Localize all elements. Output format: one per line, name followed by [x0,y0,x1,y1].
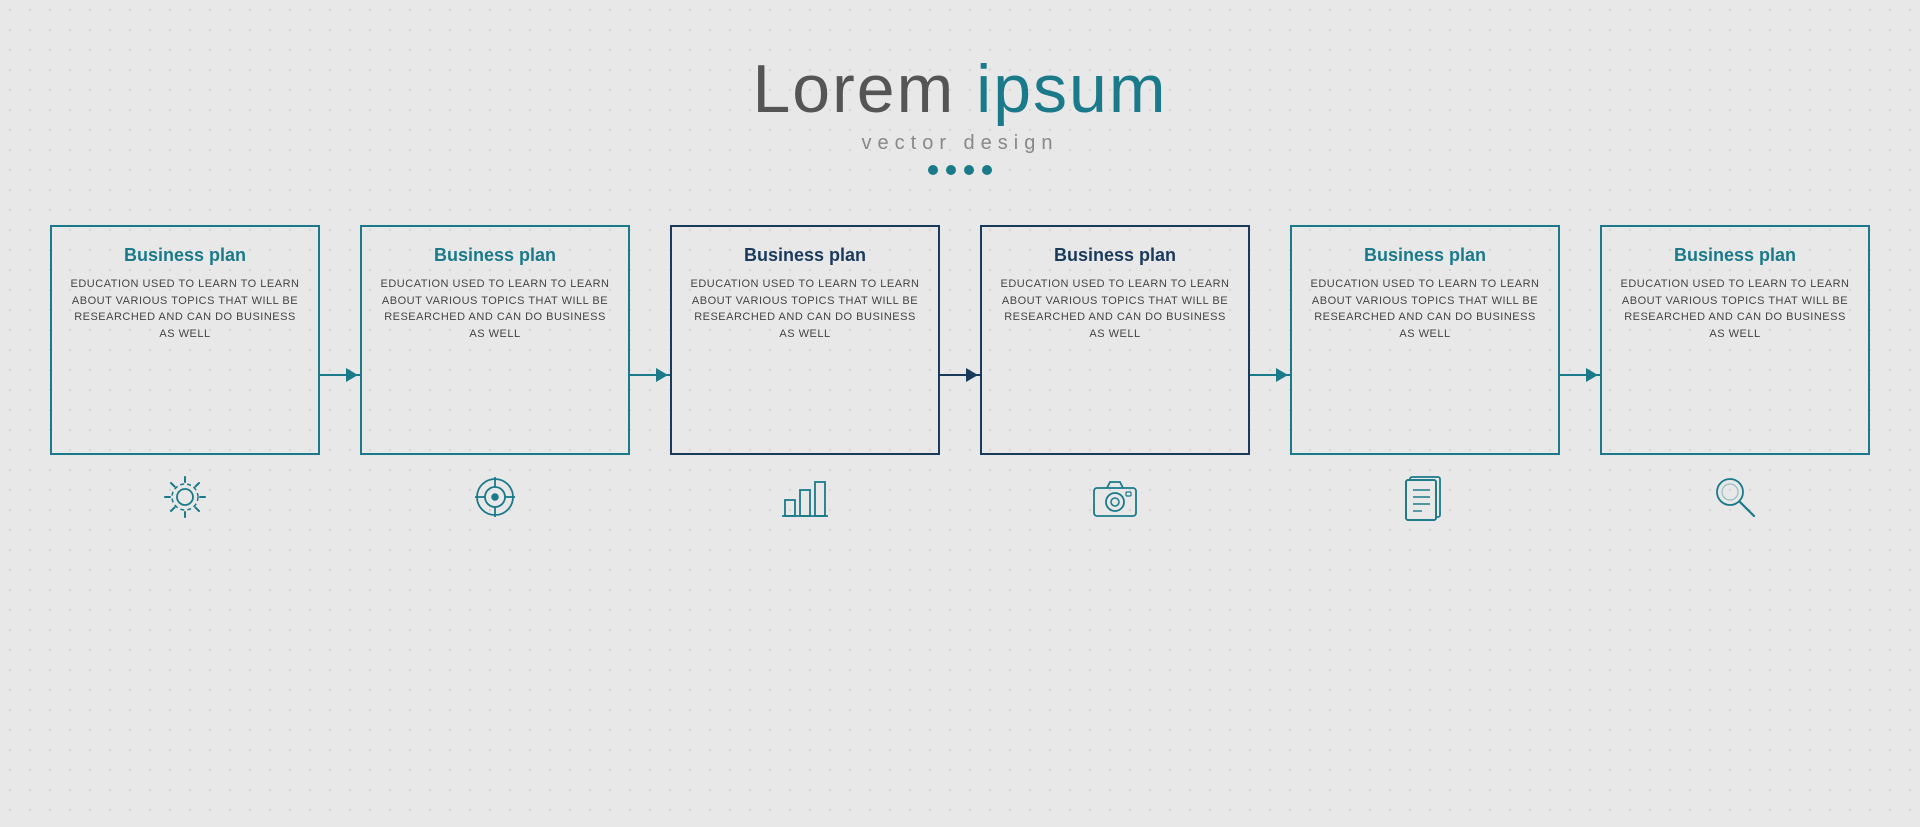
step-2: Business plan EDUCATION USED TO LEARN TO… [360,225,630,524]
infographic: Business plan EDUCATION USED TO LEARN TO… [50,225,1870,524]
title-part2: ipsum [976,51,1167,127]
dot-1 [928,165,938,175]
arrow-head-4 [1276,368,1288,382]
arrow-head-5 [1586,368,1598,382]
step-1: Business plan EDUCATION USED TO LEARN TO… [50,225,320,524]
box-1: Business plan EDUCATION USED TO LEARN TO… [50,225,320,455]
box-2: Business plan EDUCATION USED TO LEARN TO… [360,225,630,455]
icon-area-3 [670,469,940,524]
step-6: Business plan EDUCATION USED TO LEARN TO… [1600,225,1870,524]
arrow-head-3 [966,368,978,382]
title-part1: Lorem [752,51,976,127]
step-5: Business plan EDUCATION USED TO LEARN TO… [1290,225,1560,524]
decorative-dots [752,165,1167,175]
gear-icon [160,472,210,522]
box-3-title: Business plan [744,245,866,266]
subtitle: vector design [752,132,1167,155]
arrow-head-2 [656,368,668,382]
box-4: Business plan EDUCATION USED TO LEARN TO… [980,225,1250,455]
icon-area-6 [1600,469,1870,524]
search-icon [1710,472,1760,522]
icon-area-5 [1290,469,1560,524]
chart-icon [780,472,830,522]
icon-area-4 [980,469,1250,524]
icon-area-2 [360,469,630,524]
header: Lorem ipsum vector design [752,50,1167,175]
box-1-body: EDUCATION USED TO LEARN TO LEARN ABOUT V… [68,276,302,342]
box-6-title: Business plan [1674,245,1796,266]
arrow-5 [1560,260,1600,490]
box-5-body: EDUCATION USED TO LEARN TO LEARN ABOUT V… [1308,276,1542,342]
document-icon [1400,472,1450,522]
box-2-body: EDUCATION USED TO LEARN TO LEARN ABOUT V… [378,276,612,342]
arrow-3 [940,260,980,490]
box-4-title: Business plan [1054,245,1176,266]
dot-3 [964,165,974,175]
box-6-body: EDUCATION USED TO LEARN TO LEARN ABOUT V… [1618,276,1852,342]
camera-icon [1090,472,1140,522]
arrow-4 [1250,260,1290,490]
box-3: Business plan EDUCATION USED TO LEARN TO… [670,225,940,455]
box-3-body: EDUCATION USED TO LEARN TO LEARN ABOUT V… [688,276,922,342]
step-3: Business plan EDUCATION USED TO LEARN TO… [670,225,940,524]
target-icon [470,472,520,522]
box-5: Business plan EDUCATION USED TO LEARN TO… [1290,225,1560,455]
step-4: Business plan EDUCATION USED TO LEARN TO… [980,225,1250,524]
dot-4 [982,165,992,175]
box-2-title: Business plan [434,245,556,266]
box-6: Business plan EDUCATION USED TO LEARN TO… [1600,225,1870,455]
main-title: Lorem ipsum [752,50,1167,128]
dot-2 [946,165,956,175]
box-4-body: EDUCATION USED TO LEARN TO LEARN ABOUT V… [998,276,1232,342]
icon-area-1 [50,469,320,524]
arrow-head-1 [346,368,358,382]
arrow-2 [630,260,670,490]
box-1-title: Business plan [124,245,246,266]
arrow-1 [320,260,360,490]
box-5-title: Business plan [1364,245,1486,266]
